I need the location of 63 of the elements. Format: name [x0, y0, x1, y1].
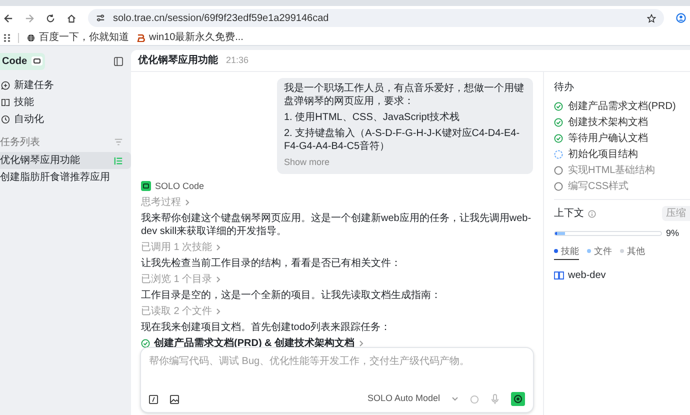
todo-item: 初始化项目结构	[554, 147, 690, 161]
message-input[interactable]: 帮你编写代码、调试 Bug、优化性能等开发工作，交付生产级代码产物。 SOLO Auto Model	[140, 347, 534, 413]
profile-icon[interactable]	[676, 13, 686, 23]
message-paragraph: 1. 使用HTML、CSS、JavaScript技术栈	[284, 111, 461, 124]
globe-icon	[27, 34, 35, 42]
book-icon	[554, 271, 564, 280]
chevron-right-icon	[216, 276, 222, 283]
context-title: 上下文	[554, 206, 584, 221]
star-icon[interactable]	[647, 14, 656, 22]
agent-logo-icon	[141, 181, 151, 192]
info-icon	[588, 210, 596, 218]
skill-name: web-dev	[568, 269, 606, 283]
todo-item: 等待用户确认文档	[554, 131, 690, 145]
reload-icon[interactable]	[46, 14, 55, 22]
book-icon	[1, 98, 10, 106]
todo-title: 待办	[554, 80, 575, 95]
message-paragraph: 2. 支持键盘输入（A-S-D-F-G-H-J-K键对应C4-D4-E4-F4-G4-A4-B4-C5音符）	[284, 127, 521, 153]
todo-item: 实现HTML基础结构	[554, 163, 690, 177]
brand-badge: Code	[0, 52, 45, 70]
check-circle-icon	[141, 339, 150, 348]
chevron-down-icon[interactable]	[452, 397, 458, 401]
chevron-right-icon	[358, 340, 364, 347]
assistant-message: 现在我来创建项目文档。首先创建todo列表来跟踪任务：	[141, 321, 392, 334]
todo-item: 创建产品需求文档(PRD)	[554, 99, 690, 113]
url-text: solo.trae.cn/session/69f9f23edf59e1a299146cad	[113, 12, 330, 26]
assistant-message: 我来帮你创建这个键盘钢琴网页应用。这是一个创建新web应用的任务，让我先调用web-dev skill来获取详细的开发指导。	[141, 212, 532, 238]
legend-tab[interactable]: 其他	[620, 244, 645, 260]
bookmark-logo-icon	[137, 34, 145, 42]
chevron-right-icon	[216, 308, 222, 315]
back-icon[interactable]	[4, 14, 13, 22]
chat-title: 优化钢琴应用功能	[138, 53, 218, 68]
terminal-icon	[31, 56, 43, 66]
message-paragraph: 我是一个职场工作人员，有点音乐爱好，想做一个用键盘弹钢琴的网页应用，要求：	[284, 82, 525, 108]
model-selector[interactable]: SOLO Auto Model	[367, 392, 440, 406]
agent-name: SOLO Code	[155, 180, 204, 192]
send-button[interactable]	[511, 392, 525, 406]
sidebar-toggle-icon[interactable]	[114, 56, 123, 66]
section-title: 任务列表	[0, 136, 40, 150]
usage-reading: 9%	[666, 227, 680, 240]
address-bar[interactable]: solo.trae.cn/session/69f9f23edf59e1a299146cad	[88, 9, 664, 27]
task-item[interactable]: 优化钢琴应用功能	[0, 152, 131, 169]
site-settings-icon	[96, 14, 105, 22]
image-icon[interactable]	[170, 394, 179, 404]
chevron-right-icon	[216, 244, 222, 251]
home-icon[interactable]	[67, 14, 76, 22]
legend-tab[interactable]: 文件	[587, 244, 612, 260]
bookmark-link[interactable]: 百度一下，你就知道	[39, 30, 129, 45]
bookmark-link[interactable]: win10最新永久免费...	[149, 30, 244, 45]
chat-time: 21:36	[226, 54, 249, 67]
nav-item[interactable]: 自动化	[0, 112, 131, 126]
assistant-message: 工作目录是空的，这是一个全新的项目。让我先读取文档生成指南：	[141, 289, 442, 302]
chevron-right-icon	[185, 199, 190, 206]
todo-item: 创建技术架构文档	[554, 115, 690, 129]
legend-tab[interactable]: 技能	[554, 244, 579, 260]
nav-item[interactable]: 技能	[0, 95, 131, 109]
todo-item: 编写CSS样式	[554, 179, 690, 193]
task-item[interactable]: 创建脂肪肝食谱推荐应用	[0, 169, 131, 186]
chat-plus-icon	[1, 80, 10, 90]
nav-item[interactable]: 新建任务	[0, 78, 131, 92]
clock-icon	[1, 114, 10, 124]
apps-grid-icon[interactable]	[4, 34, 10, 42]
input-placeholder: 帮你编写代码、调试 Bug、优化性能等开发工作，交付生产级代码产物。	[149, 354, 471, 369]
assistant-message: 让我先检查当前工作目录的结构，看看是否已有相关文件：	[141, 257, 402, 270]
